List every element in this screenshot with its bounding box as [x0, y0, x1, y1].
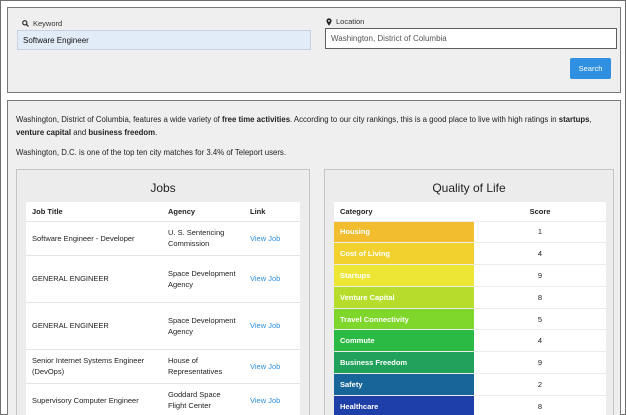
location-label-text: Location: [336, 17, 365, 26]
score-cell: 5: [474, 307, 606, 330]
jobs-card: Jobs Job Title Agency Link Software Engi…: [16, 169, 310, 415]
job-agency: Space Development Agency: [162, 254, 244, 302]
qol-row: Cost of Living 4: [334, 242, 606, 265]
qol-row: Housing 1: [334, 220, 606, 243]
keyword-label-text: Keyword: [33, 19, 63, 28]
search-icon: [22, 20, 29, 27]
quality-of-life-title: Quality of Life: [432, 181, 506, 195]
category-cell: Travel Connectivity: [334, 307, 474, 330]
quality-of-life-card: Quality of Life Category Score Housing 1 …: [324, 169, 614, 415]
job-agency: House of Representatives: [162, 348, 244, 383]
score-cell: 8: [474, 394, 606, 415]
category-cell: Safety: [334, 373, 474, 396]
city-intro: Washington, District of Columbia, featur…: [16, 113, 614, 139]
view-job-link[interactable]: View Job: [250, 396, 280, 405]
category-cell: Business Freedom: [334, 351, 474, 374]
results-panel: Washington, District of Columbia, featur…: [7, 100, 621, 415]
job-row: GENERAL ENGINEER Space Development Agenc…: [26, 301, 300, 349]
intro-highlight-free-time: free time activities: [221, 115, 291, 124]
job-title: GENERAL ENGINEER: [26, 301, 162, 349]
job-title-header: Job Title: [32, 206, 63, 216]
location-pin-icon: [326, 17, 332, 26]
quality-of-life-table: Category Score Housing 1 Cost of Living 4 …: [334, 202, 606, 415]
intro-highlight-startups: startups: [558, 115, 590, 124]
intro-highlight-venture-capital: venture capital: [16, 128, 72, 137]
category-cell: Cost of Living: [334, 242, 474, 265]
location-input[interactable]: [325, 28, 617, 49]
job-row: Supervisory Computer Engineer Goddard Sp…: [26, 382, 300, 415]
category-cell: Housing: [334, 220, 474, 243]
agency-header: Agency: [168, 206, 196, 216]
intro-text: and: [71, 128, 89, 137]
location-label: Location: [326, 17, 364, 26]
search-button[interactable]: Search: [570, 58, 611, 79]
keyword-input[interactable]: [17, 30, 311, 50]
score-cell: 2: [474, 373, 606, 396]
window-frame: Keyword Location Search Washington, Dist…: [0, 0, 626, 415]
view-job-link[interactable]: View Job: [250, 362, 280, 371]
qol-header-row: Category Score: [334, 202, 606, 221]
qol-row: Business Freedom 9: [334, 351, 606, 374]
view-job-link[interactable]: View Job: [250, 274, 280, 283]
category-cell: Startups: [334, 264, 474, 287]
jobs-table: Job Title Agency Link Software Engineer …: [26, 202, 300, 415]
job-agency: U. S. Sentencing Commission: [162, 220, 244, 255]
qol-row: Safety 2: [334, 373, 606, 396]
keyword-label: Keyword: [22, 19, 62, 28]
category-cell: Healthcare: [334, 394, 474, 415]
search-panel: Keyword Location Search: [7, 7, 621, 93]
score-cell: 4: [474, 242, 606, 265]
intro-text: . According to our city rankings, this i…: [290, 115, 559, 124]
score-cell: 9: [474, 351, 606, 374]
qol-row: Healthcare 8: [334, 394, 606, 415]
job-agency: Space Development Agency: [162, 301, 244, 349]
job-row: Software Engineer - Developer U. S. Sent…: [26, 220, 300, 255]
intro-text: Washington, District of Columbia, featur…: [16, 115, 222, 124]
category-cell: Commute: [334, 329, 474, 352]
jobs-header-row: Job Title Agency Link: [26, 202, 300, 221]
link-header: Link: [250, 206, 266, 216]
score-cell: 4: [474, 329, 606, 352]
score-header: Score: [529, 206, 551, 216]
view-job-link[interactable]: View Job: [250, 234, 280, 243]
job-title: Senior Internet Systems Engineer (DevOps…: [26, 348, 162, 383]
qol-row: Startups 9: [334, 264, 606, 287]
job-title: GENERAL ENGINEER: [26, 254, 162, 302]
city-match-stat: Washington, D.C. is one of the top ten c…: [16, 148, 286, 157]
job-title: Software Engineer - Developer: [26, 220, 162, 255]
intro-highlight-business-freedom: business freedom: [88, 128, 156, 137]
category-cell: Venture Capital: [334, 285, 474, 309]
score-cell: 9: [474, 264, 606, 287]
job-row: Senior Internet Systems Engineer (DevOps…: [26, 348, 300, 383]
view-job-link[interactable]: View Job: [250, 321, 280, 330]
qol-row: Travel Connectivity 5: [334, 307, 606, 330]
qol-row: Commute 4: [334, 329, 606, 352]
intro-text: .: [155, 128, 158, 137]
jobs-title: Jobs: [150, 181, 176, 195]
category-header: Category: [340, 206, 373, 216]
job-row: GENERAL ENGINEER Space Development Agenc…: [26, 254, 300, 302]
score-cell: 8: [474, 285, 606, 309]
score-cell: 1: [474, 220, 606, 243]
intro-text: ,: [589, 115, 592, 124]
qol-row: Venture Capital 8: [334, 285, 606, 309]
job-title: Supervisory Computer Engineer: [26, 382, 162, 415]
job-agency: Goddard Space Flight Center: [162, 382, 244, 415]
